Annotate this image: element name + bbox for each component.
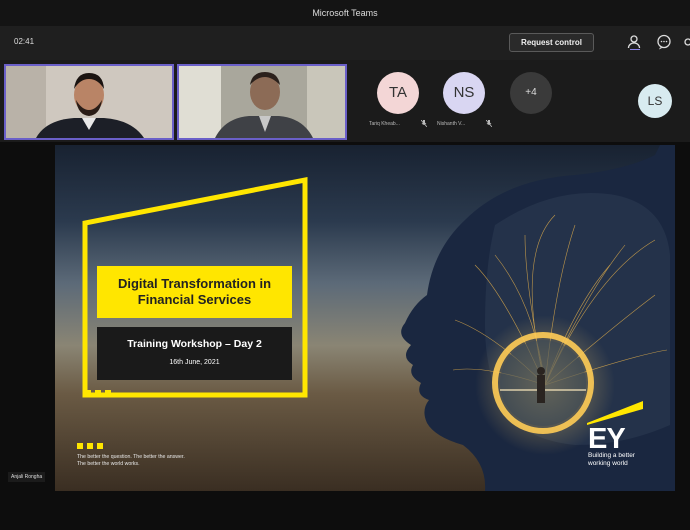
participant-video-image — [179, 66, 345, 138]
ey-logo-tagline: Building a better working world — [588, 452, 635, 468]
window-title: Microsoft Teams — [0, 0, 690, 26]
avatar-ls[interactable]: LS — [638, 84, 672, 118]
meeting-timer: 02:41 — [14, 37, 35, 46]
request-control-button[interactable]: Request control — [509, 33, 594, 52]
mic-muted-icon — [486, 120, 492, 127]
participants-icon[interactable] — [627, 34, 643, 50]
shared-screen-stage: Digital Transformation in Financial Serv… — [0, 142, 690, 530]
slide-tagline-line-2: The better the world works. — [77, 461, 140, 468]
ey-logo-tagline-line-2: working world — [588, 459, 628, 467]
presenter-name-tag: Anjali Rongha — [8, 472, 46, 482]
avatar-initials: NS — [453, 84, 475, 101]
presentation-slide: Digital Transformation in Financial Serv… — [55, 145, 675, 491]
meeting-toolbar: 02:41 Request control — [0, 26, 690, 60]
avatar-initials: TA — [388, 84, 408, 101]
participants-strip: TA Tariq Kheab... NS Nishanth V... +4 LS — [0, 60, 690, 142]
participant-video-1[interactable] — [4, 64, 174, 140]
more-participants-count: +4 — [525, 87, 537, 98]
slide-subtitle: Training Workshop – Day 2 — [127, 338, 262, 350]
participant-video-2[interactable] — [177, 64, 347, 140]
avatar-ns[interactable]: NS — [443, 72, 485, 114]
participant-name-ns: Nishanth V... — [437, 121, 466, 127]
ey-logo-tagline-line-1: Building a better — [588, 452, 635, 459]
more-icon[interactable] — [682, 34, 690, 50]
slide-subtitle-box: Training Workshop – Day 2 16th June, 202… — [97, 327, 292, 380]
avatar-ta[interactable]: TA — [377, 72, 419, 114]
more-participants-button[interactable]: +4 — [510, 72, 552, 114]
slide-tagline: The better the question. The better the … — [77, 454, 185, 468]
slide-title: Digital Transformation in Financial Serv… — [97, 266, 292, 318]
chat-icon[interactable] — [656, 34, 672, 50]
participant-video-image — [6, 66, 172, 138]
mic-muted-icon — [421, 120, 427, 127]
participant-name-ta: Tariq Kheab... — [369, 121, 400, 127]
slide-tagline-line-1: The better the question. The better the … — [77, 454, 185, 460]
slide-date: 16th June, 2021 — [169, 359, 220, 366]
teams-meeting-window: Microsoft Teams 02:41 Request control TA… — [0, 0, 690, 530]
avatar-initials: LS — [647, 94, 663, 108]
slide-artwork — [77, 145, 675, 491]
